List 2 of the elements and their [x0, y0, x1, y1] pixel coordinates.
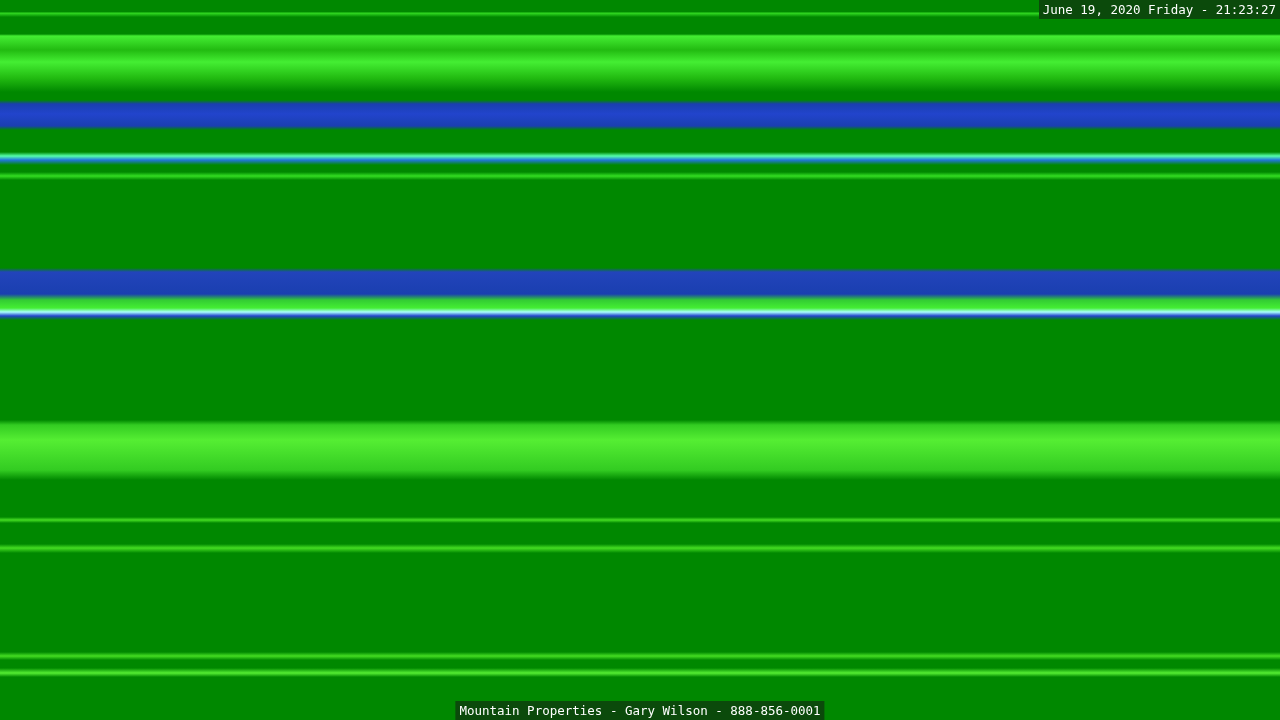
timestamp: June 19, 2020 Friday - 21:23:27 — [1038, 0, 1280, 19]
caption: Mountain Properties - Gary Wilson - 888-856-0001 — [455, 701, 825, 720]
